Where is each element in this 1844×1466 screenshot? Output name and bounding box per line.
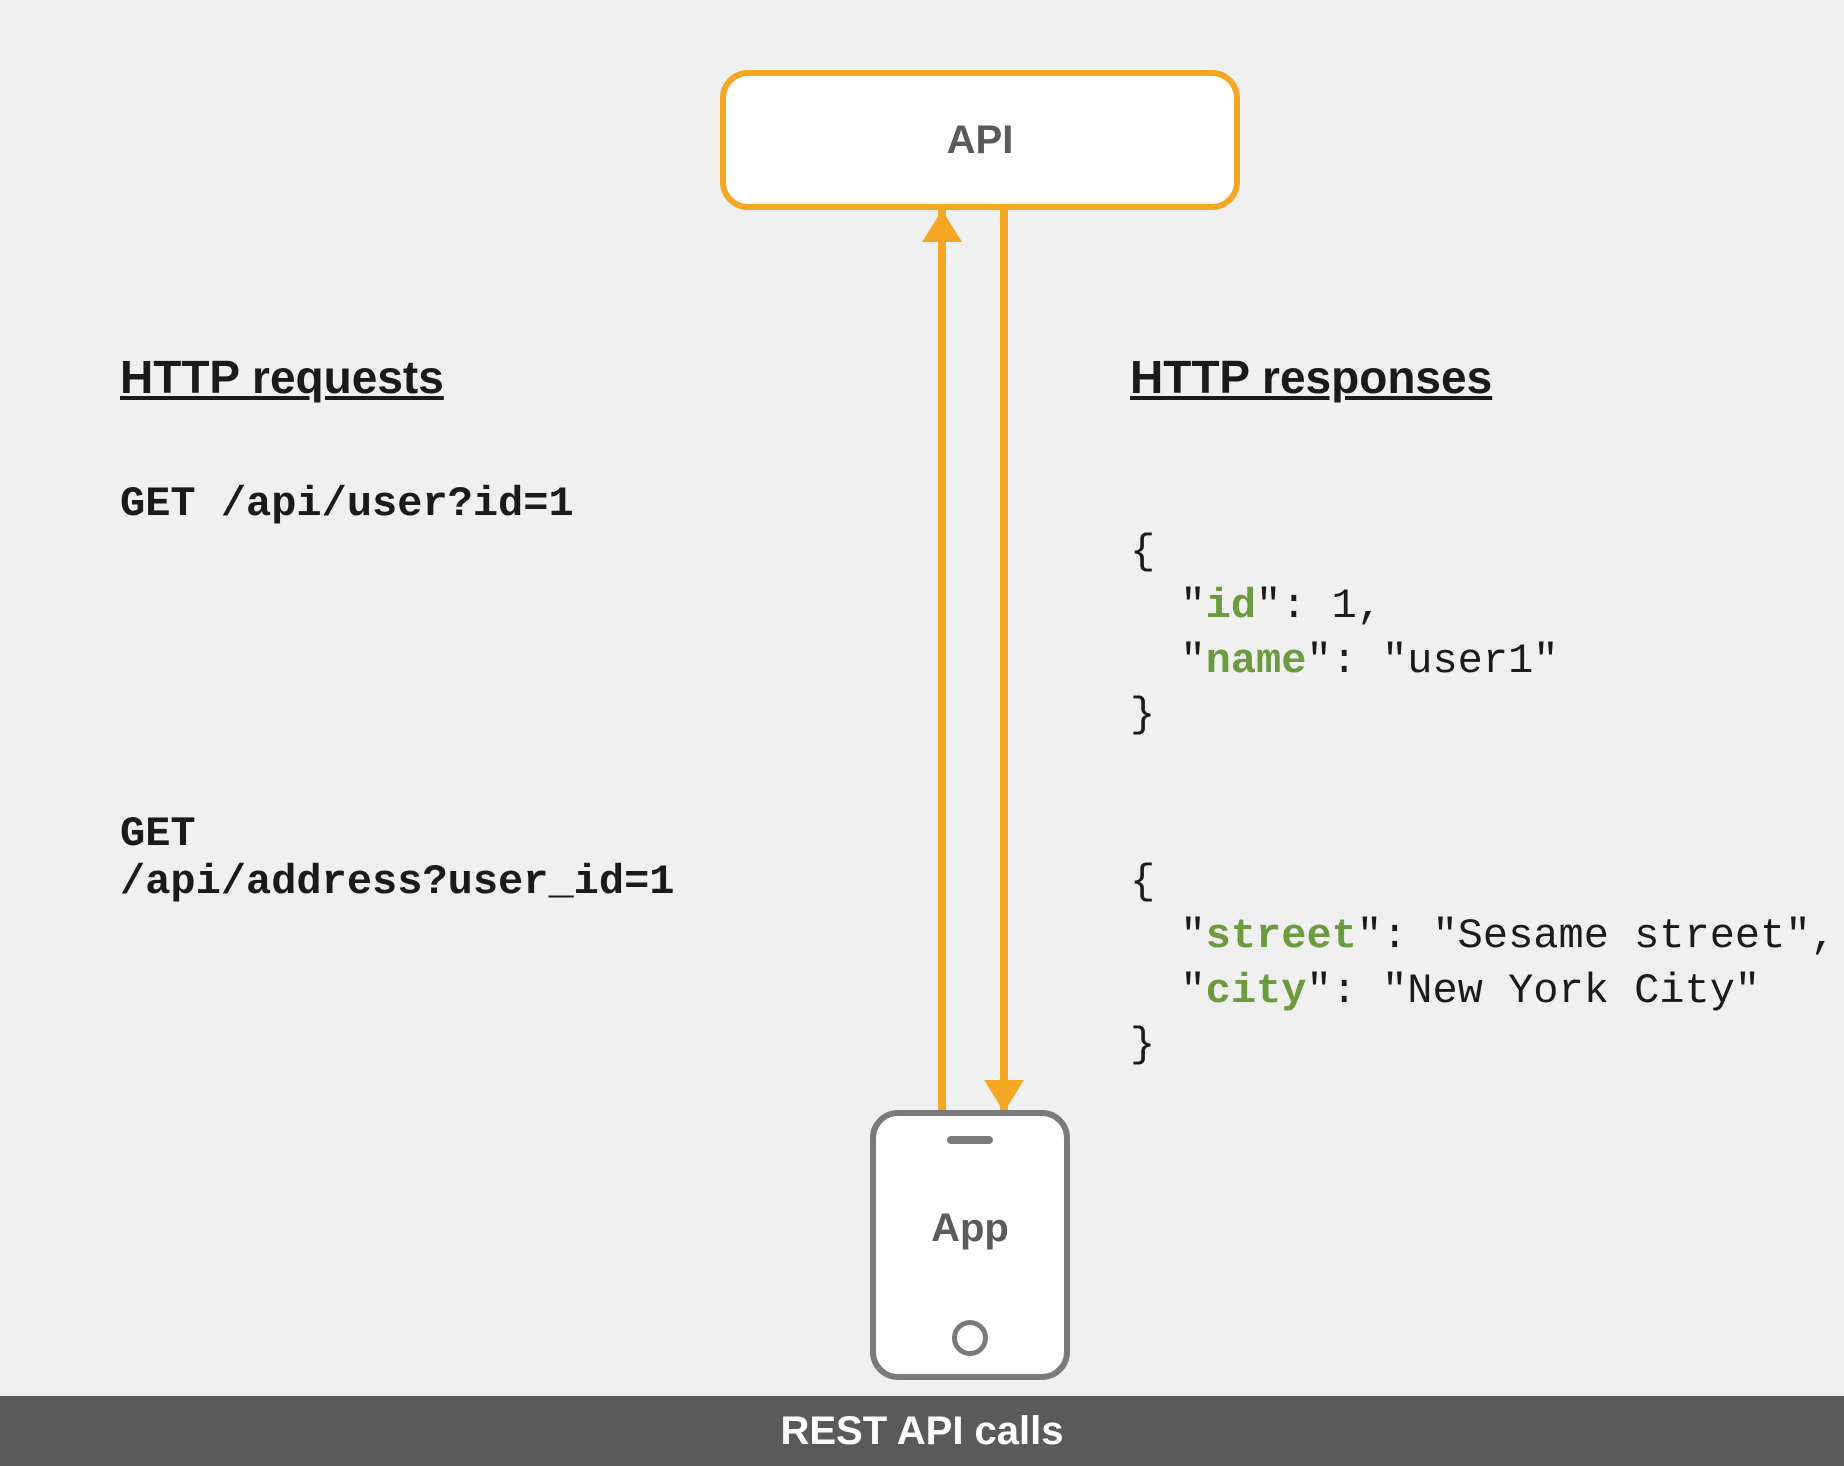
response-arrow-line	[1000, 210, 1008, 1110]
txt: "	[1130, 637, 1206, 685]
brace-close: }	[1130, 1021, 1155, 1069]
brace-close: }	[1130, 691, 1155, 739]
response-2: { "street": "Sesame street", "city": "Ne…	[1130, 800, 1836, 1073]
json-key-city: city	[1206, 967, 1307, 1015]
response-1: { "id": 1, "name": "user1" }	[1130, 470, 1559, 743]
txt: "	[1130, 582, 1206, 630]
phone-home-button-icon	[952, 1320, 988, 1356]
app-node: App	[870, 1110, 1070, 1380]
request-arrow-line	[938, 210, 946, 1110]
brace-open: {	[1130, 528, 1155, 576]
request-2: GET /api/address?user_id=1	[120, 810, 675, 906]
diagram-title-bar: REST API calls	[0, 1396, 1844, 1466]
request-arrow-head-icon	[922, 210, 962, 242]
response-arrow-head-icon	[984, 1080, 1024, 1112]
txt: ": "Sesame street",	[1357, 912, 1836, 960]
diagram-title: REST API calls	[780, 1409, 1063, 1454]
txt: ": "New York City"	[1306, 967, 1760, 1015]
http-responses-heading: HTTP responses	[1130, 350, 1492, 404]
line: "city": "New York City"	[1130, 967, 1760, 1015]
app-label: App	[876, 1206, 1064, 1251]
txt: "	[1130, 912, 1206, 960]
txt: ": 1,	[1256, 582, 1382, 630]
line: "street": "Sesame street",	[1130, 912, 1836, 960]
line: "id": 1,	[1130, 582, 1382, 630]
line: "name": "user1"	[1130, 637, 1559, 685]
phone-speaker-icon	[947, 1136, 993, 1144]
txt: "	[1130, 967, 1206, 1015]
api-label: API	[947, 118, 1014, 163]
json-key-street: street	[1206, 912, 1357, 960]
json-key-name: name	[1206, 637, 1307, 685]
txt: ": "user1"	[1306, 637, 1558, 685]
brace-open: {	[1130, 858, 1155, 906]
api-node: API	[720, 70, 1240, 210]
json-key-id: id	[1206, 582, 1256, 630]
request-1: GET /api/user?id=1	[120, 480, 574, 528]
http-requests-heading: HTTP requests	[120, 350, 444, 404]
